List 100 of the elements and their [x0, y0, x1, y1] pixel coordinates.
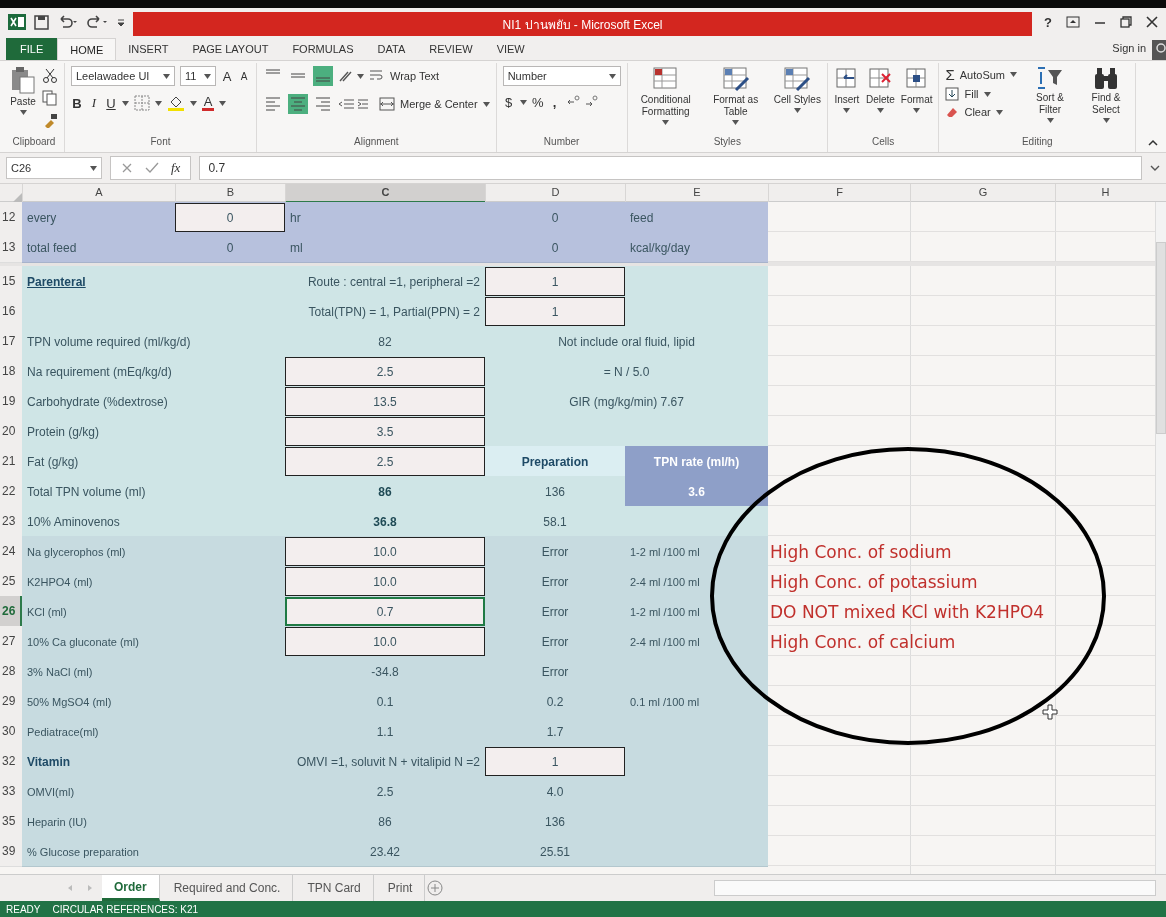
caret-icon[interactable]	[983, 91, 991, 97]
vertical-scrollbar[interactable]	[1155, 202, 1166, 874]
ribbon-tab[interactable]: FORMULAS	[280, 38, 366, 60]
merge-cells-icon[interactable]	[379, 97, 395, 111]
input-cell[interactable]: 3.5	[285, 417, 485, 446]
input-cell[interactable]: 13.5	[285, 387, 485, 416]
caret-icon[interactable]	[163, 73, 170, 79]
row-header[interactable]: 33	[0, 776, 22, 807]
binoculars-icon[interactable]	[1093, 66, 1119, 90]
redo-icon[interactable]	[87, 15, 109, 29]
caret-icon[interactable]	[732, 120, 740, 125]
row-header[interactable]: 20	[0, 416, 22, 447]
expand-caret-icon[interactable]	[1150, 164, 1160, 172]
sigma-symbol[interactable]: Σ	[945, 66, 955, 83]
caret-icon[interactable]	[155, 100, 162, 106]
bold-button[interactable]: B	[71, 95, 83, 111]
caret-icon[interactable]	[913, 108, 921, 113]
caret-icon[interactable]	[793, 108, 801, 113]
row-header[interactable]: 28	[0, 656, 22, 687]
cancel-icon[interactable]	[121, 162, 133, 174]
cells-button[interactable]: Delete	[865, 94, 895, 106]
collapse-ribbon-icon[interactable]	[1148, 138, 1158, 146]
restore-icon[interactable]	[1120, 16, 1132, 28]
paste-icon[interactable]	[10, 66, 36, 94]
checkmark-icon[interactable]	[145, 162, 159, 174]
row-header[interactable]: 29	[0, 686, 22, 717]
row-header[interactable]: 15	[0, 266, 22, 297]
caret-icon[interactable]	[19, 110, 27, 115]
ribbon-tab[interactable]: VIEW	[484, 38, 537, 60]
grow-font-button[interactable]: A	[221, 68, 233, 84]
ribbon-tab[interactable]: REVIEW	[417, 38, 485, 60]
sort-filter-icon[interactable]	[1036, 66, 1064, 90]
scissors-icon[interactable]	[42, 68, 58, 84]
percent-button[interactable]: %	[531, 94, 544, 110]
row-header[interactable]: 25	[0, 566, 22, 597]
input-cell[interactable]: 0.7	[285, 597, 485, 626]
sheet-tab[interactable]: Order	[102, 875, 160, 901]
caret-icon[interactable]	[219, 100, 226, 106]
orientation-icon[interactable]	[338, 69, 352, 83]
input-cell[interactable]: 1	[485, 297, 625, 326]
input-cell[interactable]: 10.0	[285, 537, 485, 566]
row-header[interactable]: 27	[0, 626, 22, 657]
caret-icon[interactable]	[1010, 72, 1017, 77]
caret-icon[interactable]	[876, 108, 884, 113]
styles-button[interactable]: Cell Styles	[773, 94, 821, 106]
row-header[interactable]: 39	[0, 836, 22, 867]
table-style-icon[interactable]	[721, 66, 750, 92]
cells-button[interactable]: Format	[900, 94, 933, 106]
close-icon[interactable]	[1146, 16, 1158, 28]
find-select-button[interactable]: Find & Select	[1083, 92, 1129, 116]
number-format-dropdown[interactable]: Number	[502, 66, 621, 86]
caret-icon[interactable]	[1046, 118, 1054, 123]
name-box[interactable]: C26	[6, 157, 102, 179]
styles-button[interactable]: Format as Table	[703, 94, 768, 118]
caret-icon[interactable]	[519, 99, 527, 105]
caret-icon[interactable]	[190, 100, 197, 106]
ribbon-tab[interactable]: INSERT	[116, 38, 181, 60]
caret-icon[interactable]	[995, 109, 1003, 115]
formula-input[interactable]: 0.7	[199, 156, 1142, 180]
ribbon-tab[interactable]: DATA	[365, 38, 418, 60]
input-cell[interactable]: 1	[485, 747, 625, 776]
caret-icon[interactable]	[608, 73, 616, 79]
table-style-icon[interactable]	[783, 66, 812, 92]
cells-button[interactable]: Insert	[834, 94, 860, 106]
font-name-dropdown[interactable]: Leelawadee UI	[71, 66, 175, 86]
row-header[interactable]: 18	[0, 356, 22, 387]
ribbon-tab[interactable]: PAGE LAYOUT	[180, 38, 281, 60]
caret-icon[interactable]	[662, 120, 670, 125]
shrink-font-button[interactable]: A	[238, 70, 250, 82]
caret-icon[interactable]	[357, 73, 364, 79]
autosum-button[interactable]: AutoSum	[959, 68, 1005, 81]
row-header[interactable]: 26	[0, 596, 22, 627]
fill-button[interactable]: Fill	[964, 88, 979, 100]
eraser-icon[interactable]	[945, 105, 960, 119]
input-cell[interactable]: 0	[175, 203, 285, 232]
undo-icon[interactable]	[57, 15, 79, 29]
row-header[interactable]: 17	[0, 326, 22, 357]
sort-filter-button[interactable]: Sort & Filter	[1027, 92, 1073, 116]
row-header[interactable]: 22	[0, 476, 22, 507]
row-header[interactable]: 21	[0, 446, 22, 477]
styles-button[interactable]: Conditional Formatting	[633, 94, 698, 118]
row-header[interactable]: 35	[0, 806, 22, 837]
help-button[interactable]: ?	[1044, 14, 1052, 30]
comma-button[interactable]: ,	[548, 94, 561, 110]
row-header[interactable]: 30	[0, 716, 22, 747]
clear-button[interactable]: Clear	[964, 106, 991, 118]
row-header[interactable]: 23	[0, 506, 22, 537]
sign-in-link[interactable]: Sign in	[1112, 42, 1146, 54]
input-cell[interactable]: 2.5	[285, 357, 485, 386]
font-size-dropdown[interactable]: 11	[180, 66, 216, 86]
input-cell[interactable]: 1	[485, 267, 625, 296]
row-header[interactable]: 12	[0, 202, 22, 233]
paint-bucket-icon[interactable]	[167, 94, 185, 112]
paste-button[interactable]: Paste	[10, 96, 36, 108]
wrap-text-button[interactable]: Wrap Text	[390, 70, 440, 82]
input-cell[interactable]: 2.5	[285, 447, 485, 476]
table-style-icon[interactable]	[651, 66, 680, 92]
caret-icon[interactable]	[90, 165, 97, 171]
italic-button[interactable]: I	[88, 95, 100, 111]
insert-function-button[interactable]: fx	[171, 160, 181, 176]
